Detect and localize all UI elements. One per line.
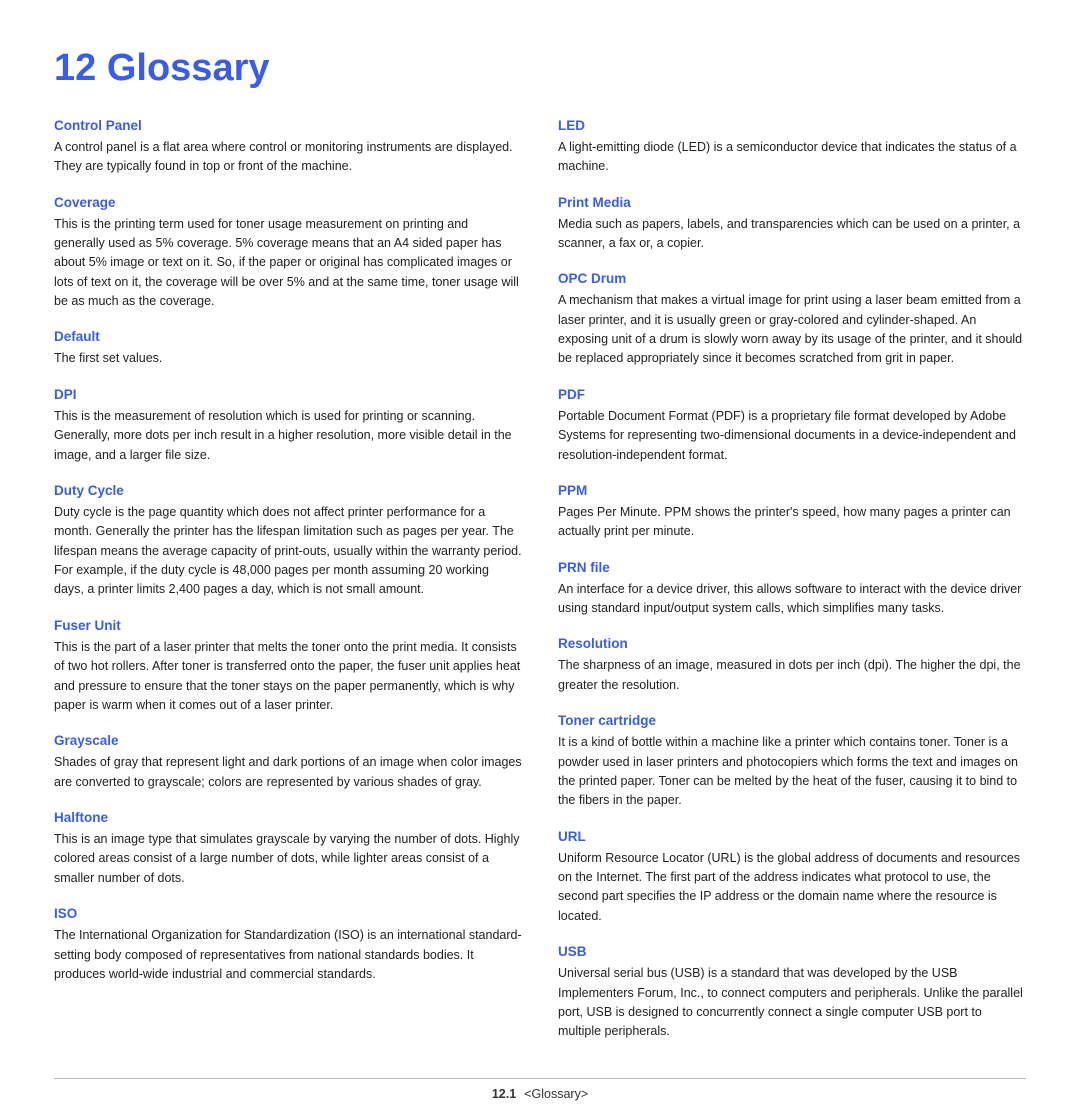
term-title: Resolution xyxy=(558,636,1026,651)
footer-label: <Glossary> xyxy=(524,1087,588,1101)
term-desc: Shades of gray that represent light and … xyxy=(54,753,522,792)
glossary-label: Glossary xyxy=(107,47,270,89)
term-desc: The sharpness of an image, measured in d… xyxy=(558,656,1026,695)
term-block: PDF Portable Document Format (PDF) is a p… xyxy=(558,387,1026,465)
term-desc: The International Organization for Stand… xyxy=(54,926,522,984)
term-title: Toner cartridge xyxy=(558,713,1026,728)
term-block: PPM Pages Per Minute. PPM shows the print… xyxy=(558,483,1026,542)
term-block: Grayscale Shades of gray that represent l… xyxy=(54,733,522,792)
term-block: USB Universal serial bus (USB) is a stand… xyxy=(558,944,1026,1042)
term-desc: A mechanism that makes a virtual image f… xyxy=(558,291,1026,369)
term-block: DPI This is the measurement of resolution… xyxy=(54,387,522,465)
term-title: Control Panel xyxy=(54,118,522,133)
term-title: Print Media xyxy=(558,195,1026,210)
term-title: PPM xyxy=(558,483,1026,498)
term-desc: This is the measurement of resolution wh… xyxy=(54,407,522,465)
term-block: OPC Drum A mechanism that makes a virtual… xyxy=(558,271,1026,369)
term-title: Duty Cycle xyxy=(54,483,522,498)
term-desc: Pages Per Minute. PPM shows the printer'… xyxy=(558,503,1026,542)
term-block: Print Media Media such as papers, labels,… xyxy=(558,195,1026,254)
term-title: PRN file xyxy=(558,560,1026,575)
chapter-number: 12 xyxy=(54,47,96,89)
footer-page-number: 12.1 xyxy=(492,1087,516,1101)
term-desc: Universal serial bus (USB) is a standard… xyxy=(558,964,1026,1042)
term-title: Coverage xyxy=(54,195,522,210)
content-columns: Control Panel A control panel is a flat a… xyxy=(54,118,1026,1060)
term-title: OPC Drum xyxy=(558,271,1026,286)
term-block: Control Panel A control panel is a flat a… xyxy=(54,118,522,177)
term-block: LED A light-emitting diode (LED) is a sem… xyxy=(558,118,1026,177)
term-title: Default xyxy=(54,329,522,344)
term-block: Halftone This is an image type that simul… xyxy=(54,810,522,888)
term-desc: The first set values. xyxy=(54,349,522,368)
term-title: LED xyxy=(558,118,1026,133)
term-desc: An interface for a device driver, this a… xyxy=(558,580,1026,619)
term-block: Duty Cycle Duty cycle is the page quantit… xyxy=(54,483,522,600)
term-block: ISO The International Organization for St… xyxy=(54,906,522,984)
term-block: Toner cartridge It is a kind of bottle wi… xyxy=(558,713,1026,811)
term-desc: It is a kind of bottle within a machine … xyxy=(558,733,1026,811)
page-title: 12 Glossary xyxy=(54,48,1026,90)
term-title: USB xyxy=(558,944,1026,959)
term-desc: This is the printing term used for toner… xyxy=(54,215,522,312)
term-block: Default The first set values. xyxy=(54,329,522,368)
term-title: ISO xyxy=(54,906,522,921)
term-title: Halftone xyxy=(54,810,522,825)
term-block: PRN file An interface for a device driver… xyxy=(558,560,1026,619)
term-desc: A control panel is a flat area where con… xyxy=(54,138,522,177)
term-desc: Portable Document Format (PDF) is a prop… xyxy=(558,407,1026,465)
term-title: Fuser Unit xyxy=(54,618,522,633)
page-footer: 12.1 <Glossary> xyxy=(54,1078,1026,1109)
term-block: Fuser Unit This is the part of a laser pr… xyxy=(54,618,522,716)
term-title: PDF xyxy=(558,387,1026,402)
page: 12 Glossary Control Panel A control panel… xyxy=(0,0,1080,1109)
term-title: URL xyxy=(558,829,1026,844)
term-block: Coverage This is the printing term used f… xyxy=(54,195,522,312)
left-column: Control Panel A control panel is a flat a… xyxy=(54,118,522,1060)
term-desc: This is the part of a laser printer that… xyxy=(54,638,522,716)
term-block: Resolution The sharpness of an image, mea… xyxy=(558,636,1026,695)
term-desc: A light-emitting diode (LED) is a semico… xyxy=(558,138,1026,177)
term-desc: Duty cycle is the page quantity which do… xyxy=(54,503,522,600)
term-desc: This is an image type that simulates gra… xyxy=(54,830,522,888)
term-desc: Media such as papers, labels, and transp… xyxy=(558,215,1026,254)
term-block: URL Uniform Resource Locator (URL) is the… xyxy=(558,829,1026,927)
term-title: DPI xyxy=(54,387,522,402)
right-column: LED A light-emitting diode (LED) is a sem… xyxy=(558,118,1026,1060)
term-desc: Uniform Resource Locator (URL) is the gl… xyxy=(558,849,1026,927)
term-title: Grayscale xyxy=(54,733,522,748)
